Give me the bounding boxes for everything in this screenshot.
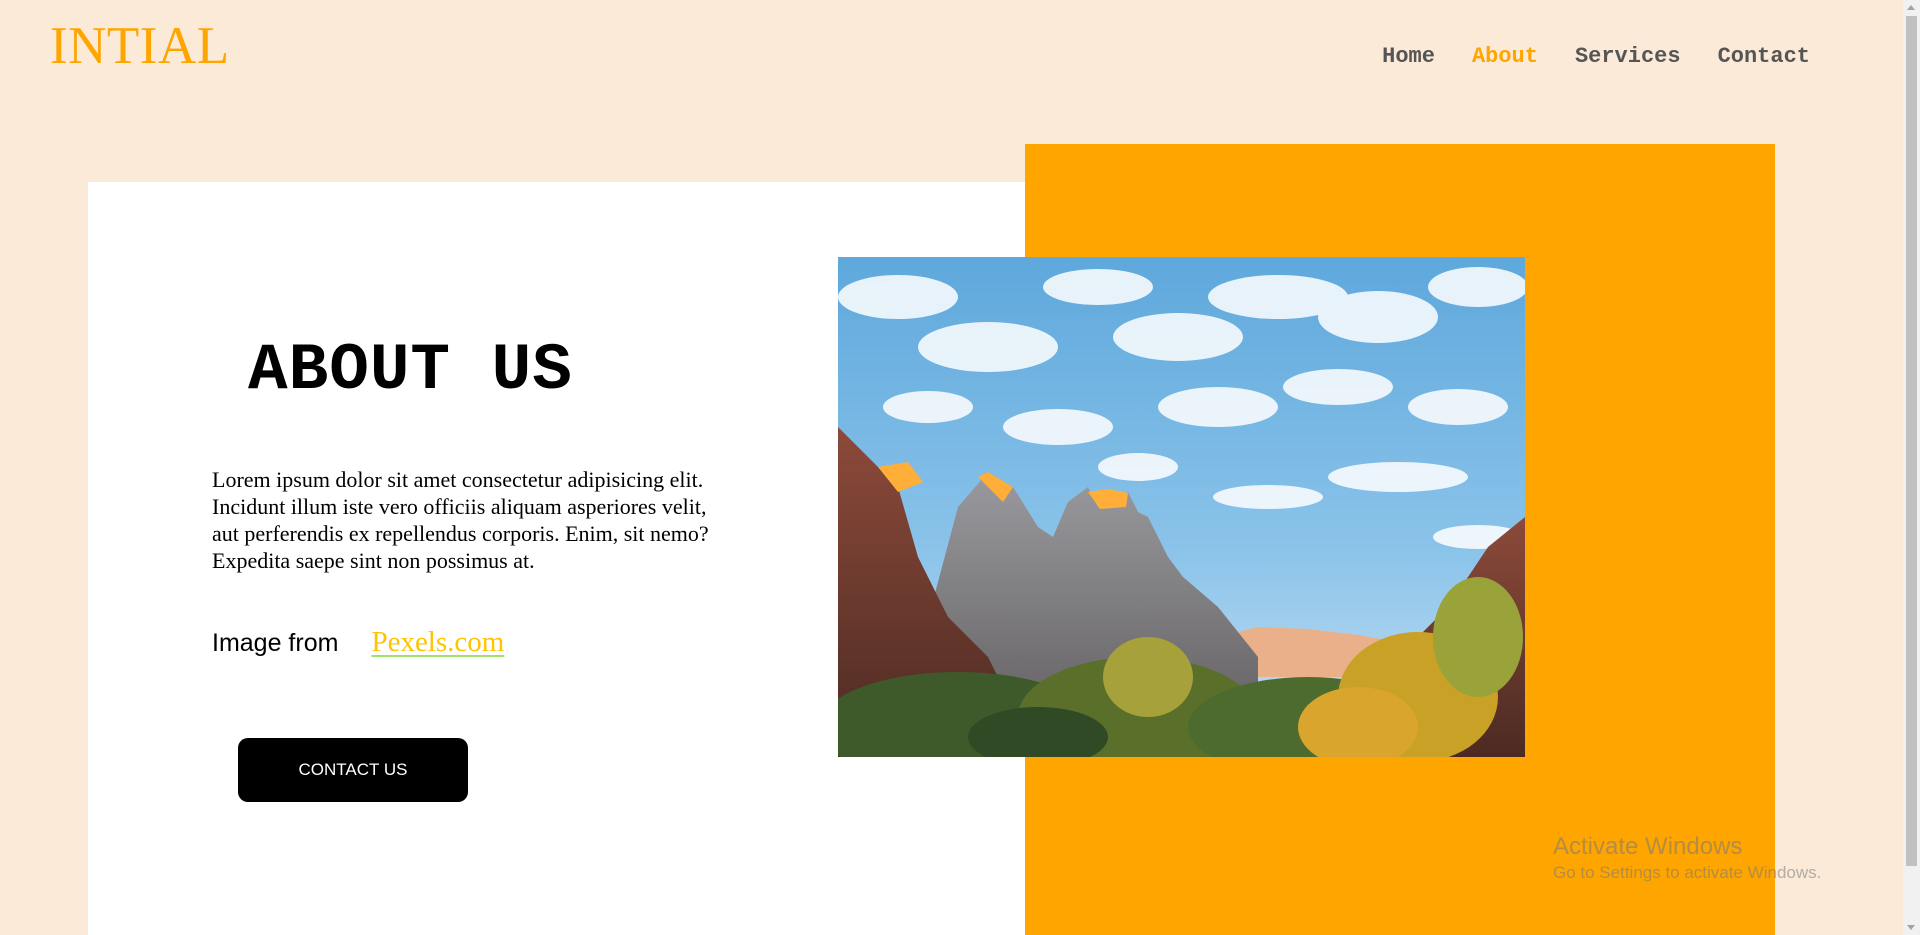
nav-home[interactable]: Home [1382, 44, 1435, 69]
scroll-up-icon[interactable] [1907, 5, 1915, 10]
scroll-down-icon[interactable] [1907, 925, 1915, 930]
watermark-subtitle: Go to Settings to activate Windows. [1553, 863, 1822, 882]
page: INTIAL Home About Services Contact ABOUT… [0, 0, 1920, 935]
nav-contact[interactable]: Contact [1718, 44, 1810, 69]
landscape-photo [838, 257, 1525, 757]
image-credit: Image from Pexels.com [212, 626, 504, 659]
image-credit-label: Image from [212, 629, 339, 657]
watermark-title: Activate Windows [1553, 833, 1743, 860]
main-nav: Home About Services Contact [1345, 44, 1810, 69]
site-logo[interactable]: INTIAL [50, 16, 230, 76]
scrollbar-thumb[interactable] [1906, 16, 1917, 866]
windows-activation-watermark: Activate Windows Go to Settings to activ… [1553, 832, 1821, 884]
contact-us-button[interactable]: CONTACT US [238, 738, 468, 802]
vertical-scrollbar[interactable] [1903, 0, 1920, 935]
nav-about[interactable]: About [1472, 44, 1538, 69]
nav-services[interactable]: Services [1575, 44, 1681, 69]
landscape-photo-icon [838, 257, 1525, 757]
about-description: Lorem ipsum dolor sit amet consectetur a… [212, 467, 709, 573]
pexels-link[interactable]: Pexels.com [371, 626, 504, 659]
page-title: ABOUT US [248, 333, 573, 408]
